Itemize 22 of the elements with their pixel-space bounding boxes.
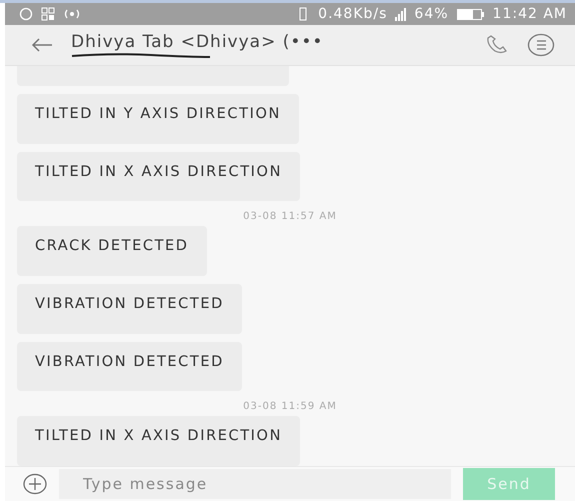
message-timestamp: 03-08 11:57 AM [243,211,337,222]
add-icon[interactable] [23,473,47,495]
message-input[interactable]: Type message [59,469,451,499]
battery-percent: 64% [414,6,449,22]
message-bubble: TILTED IN Y AXIS DIRECTION [17,94,299,144]
clock: 11:42 AM [492,6,567,22]
message-timestamp: 03-08 11:59 AM [243,401,337,412]
message-bubble: TILTED IN X AXIS DIRECTION [17,152,300,202]
contact-name: Dhivya Tab <Dhivya> (••• [71,32,324,52]
signal-icon [395,8,406,20]
message-bubble: TILTED IN X AXIS DIRECTION [17,416,300,466]
send-button[interactable]: Send [463,468,555,500]
network-speed: 0.48Kb/s [318,6,388,22]
back-arrow-icon[interactable] [31,38,53,52]
menu-icon[interactable] [527,33,555,57]
battery-icon [456,8,485,20]
grid-icon [41,7,55,21]
phone-icon[interactable] [485,35,509,55]
message-bubble: VIBRATION DETECTED [17,342,242,392]
message-bubble: VIBRATION DETECTED [17,284,242,334]
message-bubble: CRACK DETECTED [17,226,207,276]
hotspot-icon [63,8,81,20]
